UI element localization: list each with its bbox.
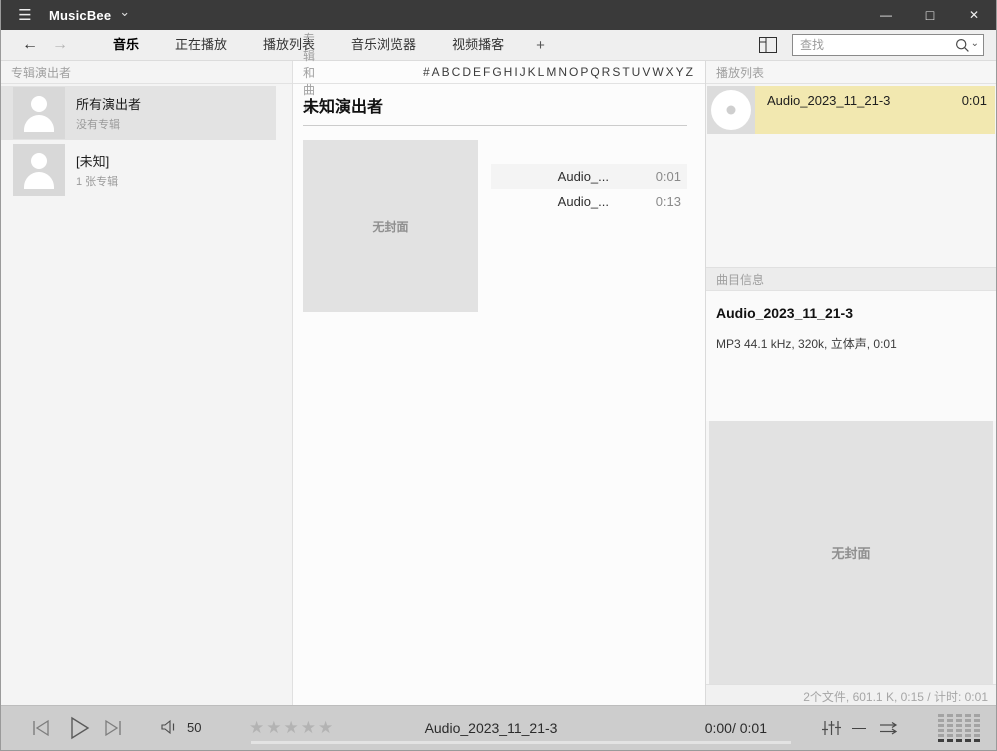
track-info-header: 曲目信息 [706,267,996,291]
albums-tracks-body: 未知演出者 无封面 Audio_... 0:01 Audio_... 0:13 [293,84,705,312]
tab-now-playing[interactable]: 正在播放 [157,30,245,60]
search-icon[interactable] [955,38,970,53]
rating-stars[interactable]: ★★★★★ [249,718,335,738]
title-bar: ☰ MusicBee ⌄ — □ ✕ [1,0,996,30]
main-area: 专辑演出者 所有演出者 没有专辑 [未知] 1 张专辑 专辑和曲目 #ABCD [1,61,996,705]
playlist-item-title: Audio_2023_11_21-3 [767,93,962,108]
progress-bar[interactable] [251,741,791,744]
disc-icon [707,86,755,134]
next-track-button[interactable] [101,717,125,739]
track-list: Audio_... 0:01 Audio_... 0:13 [491,164,687,312]
tab-bar: ← → 音乐 正在播放 播放列表 音乐浏览器 视频播客 + [1,30,996,61]
add-tab-button[interactable]: + [522,37,559,54]
layout-panels-icon[interactable] [758,36,778,54]
now-playing-title: Audio_2023_11_21-3 [371,720,611,736]
albums-tracks-panel: 专辑和曲目 #ABCDEFGHIJKLMNOPQRSTUVWXYZ 未知演出者 … [293,61,705,705]
close-button[interactable]: ✕ [952,0,996,30]
playlist-panel: 播放列表 Audio_2023_11_21-3 0:01 曲目信息 Audio_… [705,61,996,705]
track-duration: 0:13 [625,194,687,209]
track-info-body: Audio_2023_11_21-3 MP3 44.1 kHz, 320k, 立… [706,291,996,421]
volume-control[interactable]: 50 [161,719,201,735]
playlist-header: 播放列表 [706,61,996,84]
back-arrow-icon[interactable]: ← [17,36,43,54]
playlist-item-duration: 0:01 [962,93,987,108]
search-input[interactable] [800,38,955,52]
artist-subtitle: 1 张专辑 [76,173,118,189]
equalizer-sliders-icon[interactable] [819,718,843,738]
spectrum-visualizer-icon[interactable] [938,714,983,742]
speaker-icon [161,719,178,735]
app-menu-chevron-down-icon[interactable]: ⌄ [119,4,130,20]
album-artists-header: 专辑演出者 [1,61,292,84]
alphabet-jump-bar[interactable]: #ABCDEFGHIJKLMNOPQRSTUVWXYZ [423,65,695,79]
tab-music-explorer[interactable]: 音乐浏览器 [333,30,434,60]
album-artists-panel: 专辑演出者 所有演出者 没有专辑 [未知] 1 张专辑 [1,61,293,705]
volume-value: 50 [187,720,201,735]
now-playing-cover-placeholder[interactable]: 无封面 [709,421,993,684]
tab-music[interactable]: 音乐 [95,30,157,60]
search-options-chevron-down-icon[interactable]: ⌄ [971,38,979,49]
forward-arrow-icon[interactable]: → [47,36,73,54]
shuffle-icon[interactable] [877,719,901,737]
artist-avatar-icon [13,144,65,196]
albums-tracks-header: 专辑和曲目 #ABCDEFGHIJKLMNOPQRSTUVWXYZ [293,61,705,84]
library-status-text: 2个文件, 601.1 K, 0:15 / 计时: 0:01 [706,684,996,705]
track-title: Audio_... [491,169,625,184]
hamburger-menu-icon[interactable]: ☰ [1,0,49,30]
artist-subtitle: 没有专辑 [76,116,141,132]
search-box: ⌄ [792,34,984,56]
tabbar-right-tools: ⌄ [758,34,996,56]
tab-playlists[interactable]: 播放列表 [245,30,333,60]
nav-arrows: ← → [17,36,73,54]
artist-avatar-icon [13,87,65,139]
musicbee-window: ☰ MusicBee ⌄ — □ ✕ ← → 音乐 正在播放 播放列表 音乐浏览… [0,0,997,751]
tab-video-podcasts[interactable]: 视频播客 [434,30,522,60]
album-row: 无封面 Audio_... 0:01 Audio_... 0:13 [303,140,687,312]
artist-item-unknown[interactable]: [未知] 1 张专辑 [1,143,276,197]
artist-title: [未知] [76,151,118,170]
maximize-button[interactable]: □ [908,0,952,30]
track-row[interactable]: Audio_... 0:01 [491,164,687,189]
album-cover-placeholder[interactable]: 无封面 [303,140,478,312]
artist-item-all[interactable]: 所有演出者 没有专辑 [1,86,276,140]
playlist-item-body: Audio_2023_11_21-3 0:01 [755,86,995,134]
minimize-button[interactable]: — [864,0,908,30]
artist-heading: 未知演出者 [303,93,687,126]
playlist-area: Audio_2023_11_21-3 0:01 [706,84,996,267]
track-info-title: Audio_2023_11_21-3 [716,305,986,321]
artist-title: 所有演出者 [76,94,141,113]
track-duration: 0:01 [625,169,687,184]
playlist-item[interactable]: Audio_2023_11_21-3 0:01 [707,86,995,134]
previous-track-button[interactable] [29,717,53,739]
playback-time: 0:00/ 0:01 [683,720,767,736]
collapse-player-icon[interactable]: — [849,717,869,737]
track-info-details: MP3 44.1 kHz, 320k, 立体声, 0:01 [716,335,986,352]
track-title: Audio_... [491,194,625,209]
play-button[interactable] [63,714,93,742]
app-title: MusicBee [49,8,111,23]
player-bar: 50 ★★★★★ Audio_2023_11_21-3 0:00/ 0:01 — [1,705,996,750]
track-row[interactable]: Audio_... 0:13 [491,189,687,214]
